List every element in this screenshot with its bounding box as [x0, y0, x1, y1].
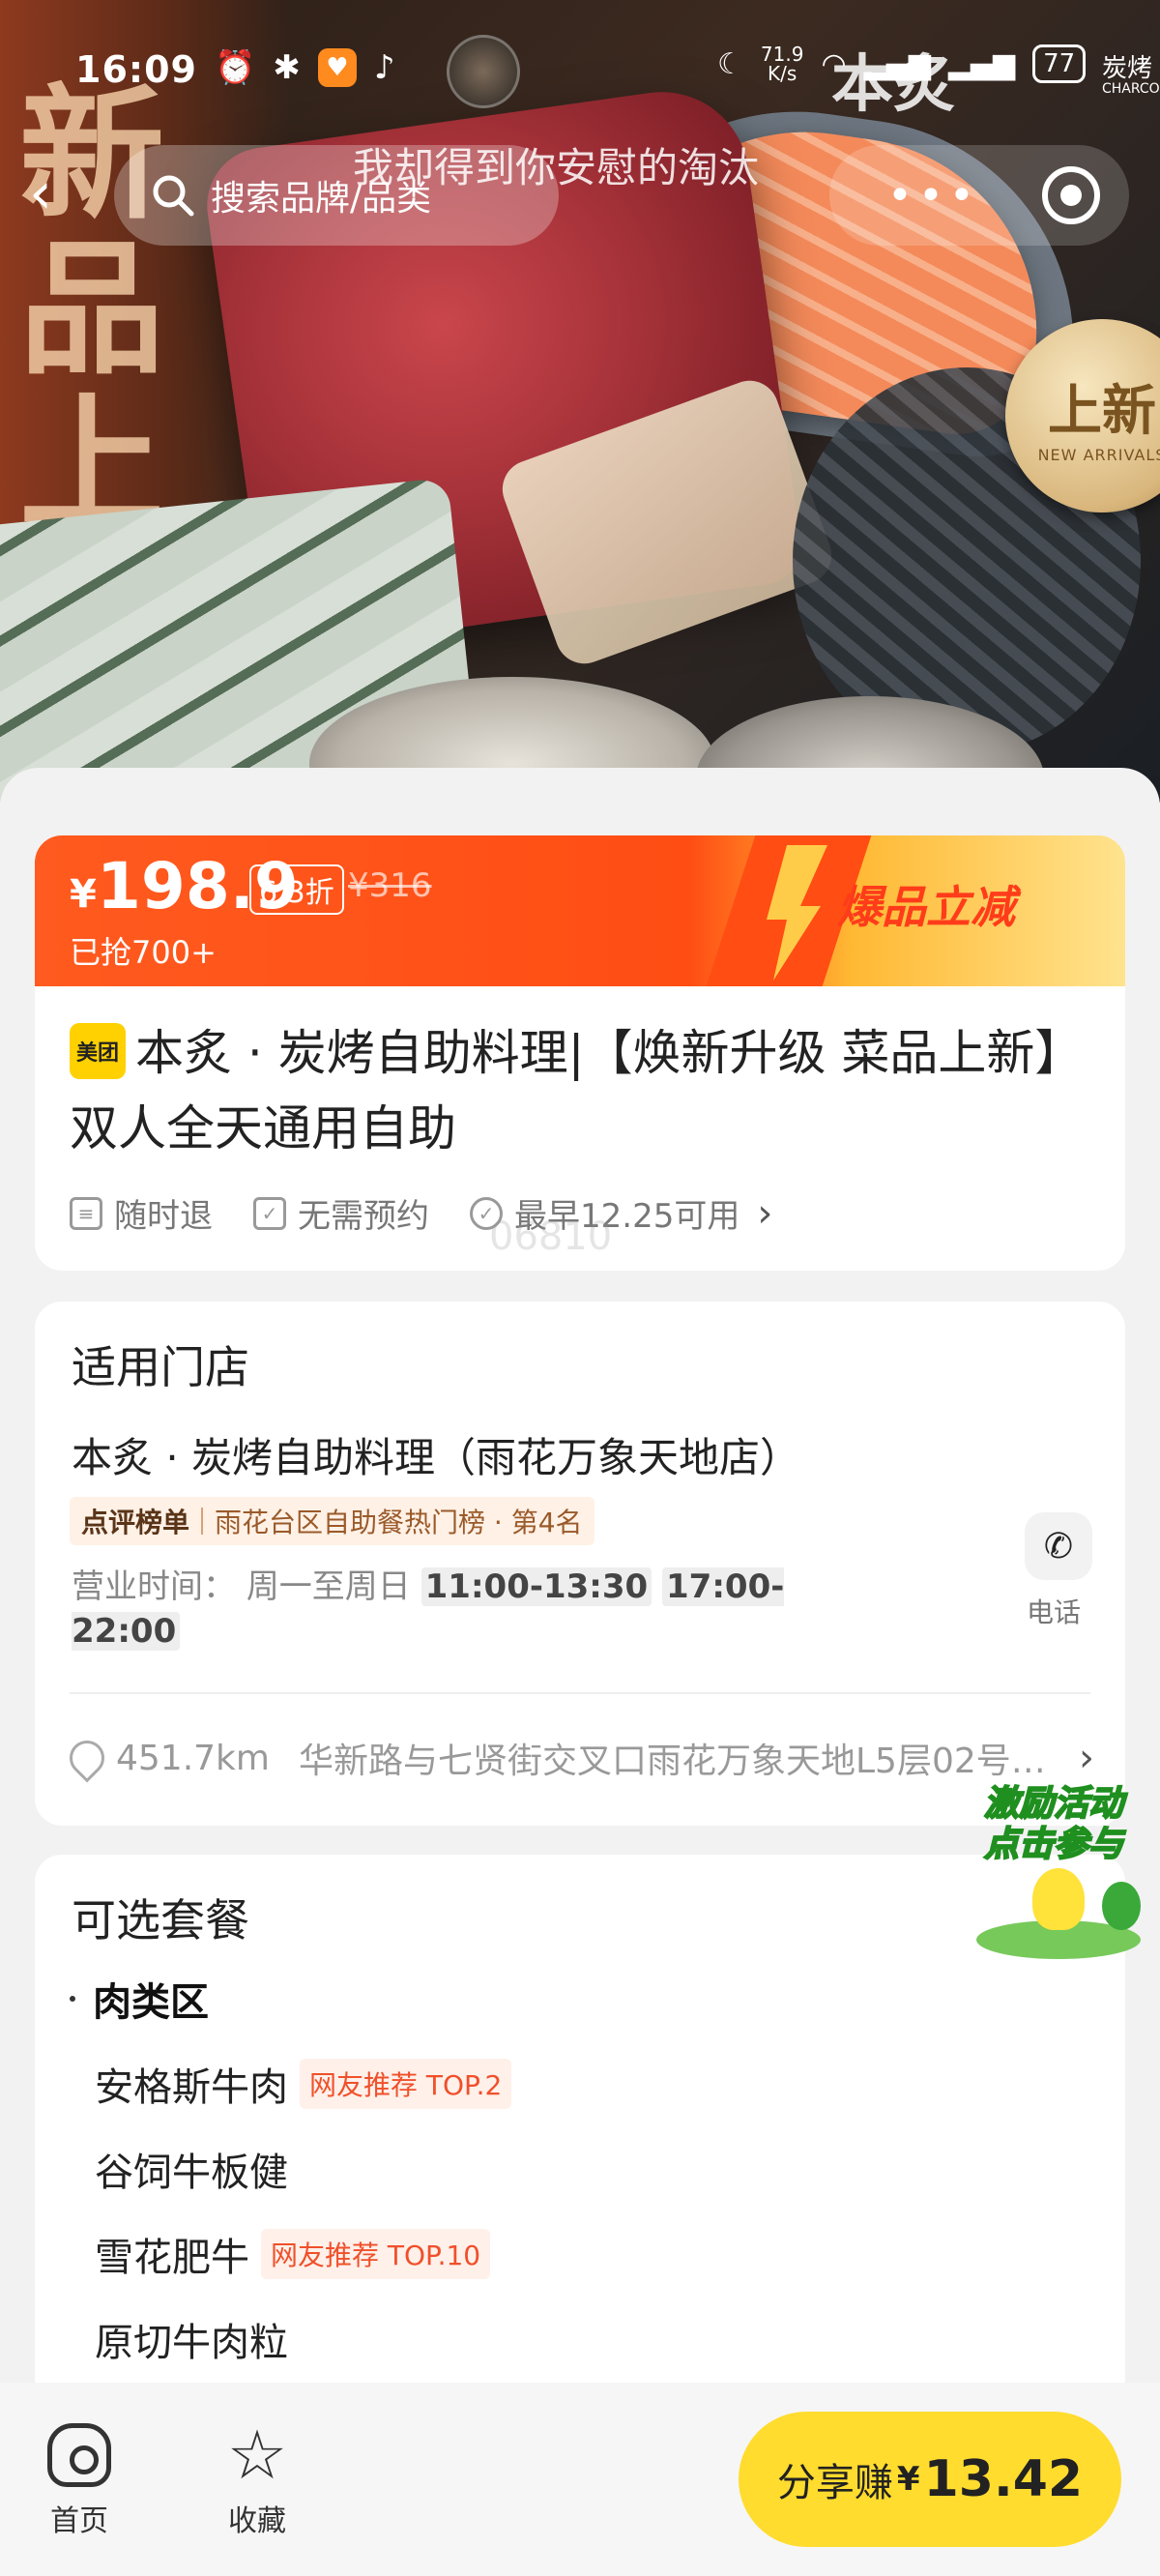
original-price: ¥316: [348, 866, 432, 905]
deal-title: 本炙 · 炭烤自助料理|【焕新升级 菜品上新】双人全天通用自助: [70, 1025, 1084, 1156]
distance: 451.7km: [116, 1738, 270, 1778]
bullet-dot: [70, 1996, 75, 2002]
promo-slogan: 爆品立减: [837, 881, 1015, 933]
item-name: 雪花肥牛: [95, 2236, 249, 2280]
document-icon: ≡: [70, 1196, 102, 1230]
home-icon: [47, 2423, 111, 2487]
tag-label: 随时退: [114, 1197, 213, 1236]
brand-sub: 炭烤: [1102, 54, 1153, 83]
recommend-badge: 网友推荐 TOP.10: [261, 2229, 491, 2279]
tag-no-reservation: ✓ 无需预约: [253, 1189, 429, 1237]
package-item: 雪花肥牛 网友推荐 TOP.10: [95, 2226, 491, 2282]
signal-icon-2: ▂▄▆: [947, 46, 1016, 81]
business-hours: 营业时间： 周一至周日 11:00-13:30 17:00-22:00: [72, 1565, 884, 1654]
brand-sub-en: CHARCO: [1102, 81, 1160, 97]
back-icon[interactable]: ‹: [29, 164, 87, 222]
close-target-icon[interactable]: [1042, 166, 1100, 224]
floating-avatar[interactable]: [447, 35, 520, 108]
price-banner: ¥ 198.9 6.3折 ¥316 已抢700+ 爆品立减: [35, 835, 1125, 986]
sold-count: 已抢700+: [70, 934, 217, 971]
star-icon: ☆: [226, 2415, 288, 2495]
home-label: 首页: [50, 2504, 108, 2538]
share-currency: ¥: [896, 2460, 920, 2499]
promo-line-2: 点击参与: [983, 1824, 1124, 1865]
status-time: 16:09: [75, 48, 197, 91]
brand-logo: 本炙: [831, 48, 955, 121]
top-nav: ‹ 搜索品牌/品类 我却得到你安慰的淘汰 •••: [0, 135, 1160, 251]
home-tab[interactable]: 首页: [21, 2423, 137, 2539]
favorite-label: 收藏: [228, 2504, 286, 2538]
search-icon: [153, 175, 194, 217]
mascot-icon: [1032, 1868, 1085, 1930]
seal-main-text: 上新: [1048, 380, 1156, 443]
phone-icon[interactable]: ✆: [1025, 1512, 1092, 1580]
store-name[interactable]: 本炙 · 炭烤自助料理（雨花万象天地店）: [72, 1425, 800, 1484]
chevron-right-icon: ›: [1079, 1736, 1094, 1780]
net-speed-unit: K/s: [768, 62, 798, 85]
tag-refund: ≡ 随时退: [70, 1189, 213, 1237]
tree-icon: [1102, 1882, 1141, 1930]
package-category: 肉类区: [93, 1980, 209, 2025]
ranking-badge[interactable]: 点评榜单 雨花台区自助餐热门榜 · 第4名: [70, 1497, 594, 1545]
store-card: 适用门店 本炙 · 炭烤自助料理（雨花万象天地店） 点评榜单 雨花台区自助餐热门…: [35, 1302, 1125, 1826]
item-name: 安格斯牛肉: [95, 2065, 288, 2110]
moon-icon: ☾: [717, 46, 743, 81]
heart-app-icon: ♥: [317, 48, 357, 87]
more-icon[interactable]: •••: [887, 171, 980, 220]
alarm-icon: ⏰: [215, 48, 256, 87]
battery-icon: 77: [1032, 44, 1087, 83]
item-name: 谷饲牛板健: [95, 2151, 288, 2195]
location-pin-icon: [62, 1733, 112, 1783]
lyrics-marquee: 我却得到你安慰的淘汰: [353, 144, 760, 191]
recommend-badge: 网友推荐 TOP.2: [300, 2059, 512, 2109]
divider: [70, 1692, 1090, 1694]
item-name: 原切牛肉粒: [95, 2321, 288, 2365]
calendar-check-icon: ✓: [253, 1196, 286, 1230]
deal-tags[interactable]: ≡ 随时退 ✓ 无需预约 ✓ 最早12.25可用 ›: [70, 1189, 772, 1237]
bottom-action-bar: 首页 ☆ 收藏 分享赚 ¥ 13.42: [0, 2383, 1160, 2576]
status-app-icons: ⏰ ✱ ♥ ♪: [215, 48, 395, 87]
mini-program-capsule[interactable]: •••: [829, 145, 1129, 246]
net-speed: 71.9 K/s: [761, 44, 804, 83]
address-row[interactable]: 451.7km 华新路与七贤街交叉口雨花万象天地L5层02号… ›: [62, 1733, 1094, 1783]
seal-sub-text: NEW ARRIVALS: [1037, 446, 1160, 464]
store-section-title: 适用门店: [72, 1341, 249, 1393]
watermark: 06810: [489, 1215, 613, 1259]
package-item: 安格斯牛肉 网友推荐 TOP.2: [95, 2056, 512, 2112]
hours-range-1: 11:00-13:30: [420, 1567, 652, 1606]
hero-banner[interactable]: 新品上新 上新 NEW ARRIVALS: [0, 0, 1160, 803]
deal-info-card: 美团 本炙 · 炭烤自助料理|【焕新升级 菜品上新】双人全天通用自助 ≡ 随时退…: [35, 986, 1125, 1271]
status-bar: 16:09 ⏰ ✱ ♥ ♪ ☾ 71.9 K/s ◠ ▂▄▆ ▂▄▆ 77 本炙…: [0, 35, 1160, 121]
package-item: 谷饲牛板健: [95, 2141, 288, 2197]
share-amount: 13.42: [923, 2450, 1084, 2508]
phone-label[interactable]: 电话: [1027, 1592, 1081, 1630]
share-earn-button[interactable]: 分享赚 ¥ 13.42: [739, 2412, 1121, 2547]
favorite-tab[interactable]: ☆ 收藏: [199, 2415, 315, 2539]
ranking-label: 点评榜单: [81, 1507, 190, 1538]
price-currency: ¥: [70, 872, 97, 917]
address-text: 华新路与七贤街交叉口雨花万象天地L5层02号…: [298, 1742, 1046, 1781]
hours-label: 营业时间：: [72, 1567, 236, 1606]
bluetooth-icon: ✱: [273, 48, 301, 87]
incentive-activity-float[interactable]: 激励活动 点击参与: [967, 1775, 1150, 1969]
package-card: 可选套餐 肉类区 安格斯牛肉 网友推荐 TOP.2 谷饲牛板健 雪花肥牛 网友推…: [35, 1855, 1125, 2396]
tag-label: 无需预约: [298, 1197, 429, 1236]
tiktok-icon: ♪: [373, 48, 395, 87]
ranking-divider: [201, 1508, 204, 1535]
ranking-text: 雨花台区自助餐热门榜 · 第4名: [215, 1507, 583, 1538]
discount-badge: 6.3折: [249, 864, 344, 915]
chevron-right-icon: ›: [757, 1190, 773, 1236]
package-section-title: 可选套餐: [72, 1894, 249, 1947]
package-item: 原切牛肉粒: [95, 2311, 288, 2367]
hours-days: 周一至周日: [246, 1567, 411, 1606]
share-label: 分享赚: [776, 2461, 893, 2505]
